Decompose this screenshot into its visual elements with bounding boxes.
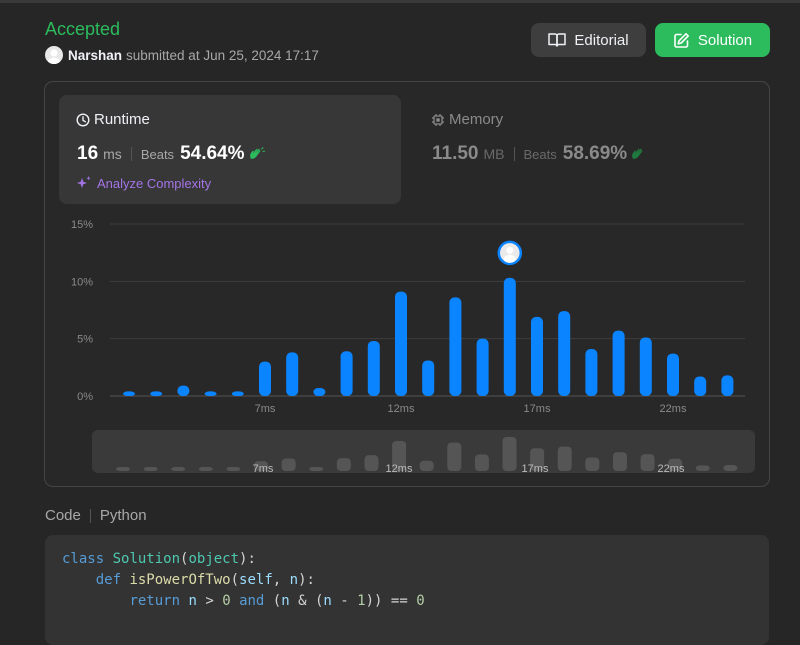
brush-bar — [695, 465, 710, 471]
chart-bar — [286, 352, 299, 396]
chart-bar — [150, 391, 163, 396]
chart-bar — [503, 277, 516, 396]
chart-y-tick-label: 15% — [71, 219, 93, 231]
chart-bar — [123, 391, 135, 396]
chart-y-tick-label: 0% — [77, 391, 93, 403]
brush-bar — [447, 442, 462, 471]
brush-bar — [143, 467, 158, 471]
brush-x-tick-label: 12ms — [386, 463, 413, 475]
brush-bar — [116, 467, 130, 471]
brush-bar — [419, 460, 434, 471]
brush-bar — [502, 437, 517, 471]
chart-bar — [531, 316, 543, 396]
chart-bar — [667, 353, 679, 396]
brush-bar — [364, 455, 379, 471]
brush-bar — [309, 467, 324, 471]
chart-bar — [449, 297, 462, 396]
brush-bar — [474, 454, 489, 471]
code-line-2: def isPowerOfTwo(self, n): — [95, 572, 315, 588]
chart-x-tick-label: 7ms — [255, 403, 276, 415]
brush-x-tick-label: 17ms — [522, 463, 549, 475]
chart-x-tick-label: 12ms — [388, 403, 415, 415]
code-header: Code Python — [45, 507, 147, 524]
chart-y-tick-label: 10% — [71, 276, 93, 288]
chart-bar — [694, 376, 707, 396]
chart-y-tick-label: 5% — [77, 334, 93, 346]
chart-bar — [367, 340, 380, 396]
chart-bar — [231, 391, 244, 396]
brush-bar — [557, 446, 572, 471]
code-language: Python — [99, 507, 147, 524]
chart-user-marker-body — [503, 254, 516, 263]
chart-bar — [476, 338, 489, 396]
brush-x-tick-label: 7ms — [253, 463, 274, 475]
chart-user-marker-head — [506, 246, 514, 254]
brush-bar — [281, 458, 296, 471]
chart-bar — [585, 348, 598, 396]
brush-x-tick-label: 22ms — [658, 463, 685, 475]
chart-x-tick-label: 22ms — [660, 403, 687, 415]
chart-bar — [340, 351, 353, 396]
code-line-1: class Solution(object): — [62, 551, 256, 567]
chart-bar — [395, 291, 407, 396]
brush-bar — [640, 454, 655, 471]
runtime-distribution-chart: 15% 10% 5% 0% 7ms 12ms 17ms 22ms 7ms 12ms 17ms 22ms — [71, 219, 745, 475]
brush-bar — [723, 465, 738, 471]
brush-bar — [171, 467, 186, 471]
brush-bar — [612, 452, 627, 471]
brush-bar — [336, 458, 351, 471]
chart-bar — [204, 391, 217, 396]
chart-bar — [259, 361, 271, 396]
chart-bar — [721, 375, 734, 396]
chart-bar — [313, 387, 326, 396]
code-header-divider — [89, 508, 91, 523]
chart-x-tick-label: 17ms — [524, 403, 551, 415]
chart-bar — [558, 311, 571, 396]
code-content: class Solution(object): def isPowerOfTwo… — [62, 549, 425, 612]
brush-bar — [585, 457, 600, 471]
brush-bar — [198, 467, 213, 471]
chart-bar — [639, 337, 652, 396]
chart-bar — [422, 360, 435, 396]
chart-bar — [612, 330, 625, 396]
code-line-3: return n > 0 and (n & (n - 1)) == 0 — [129, 593, 425, 609]
code-label: Code — [45, 507, 81, 524]
brush-bar — [226, 467, 241, 471]
chart-bar — [177, 385, 190, 396]
